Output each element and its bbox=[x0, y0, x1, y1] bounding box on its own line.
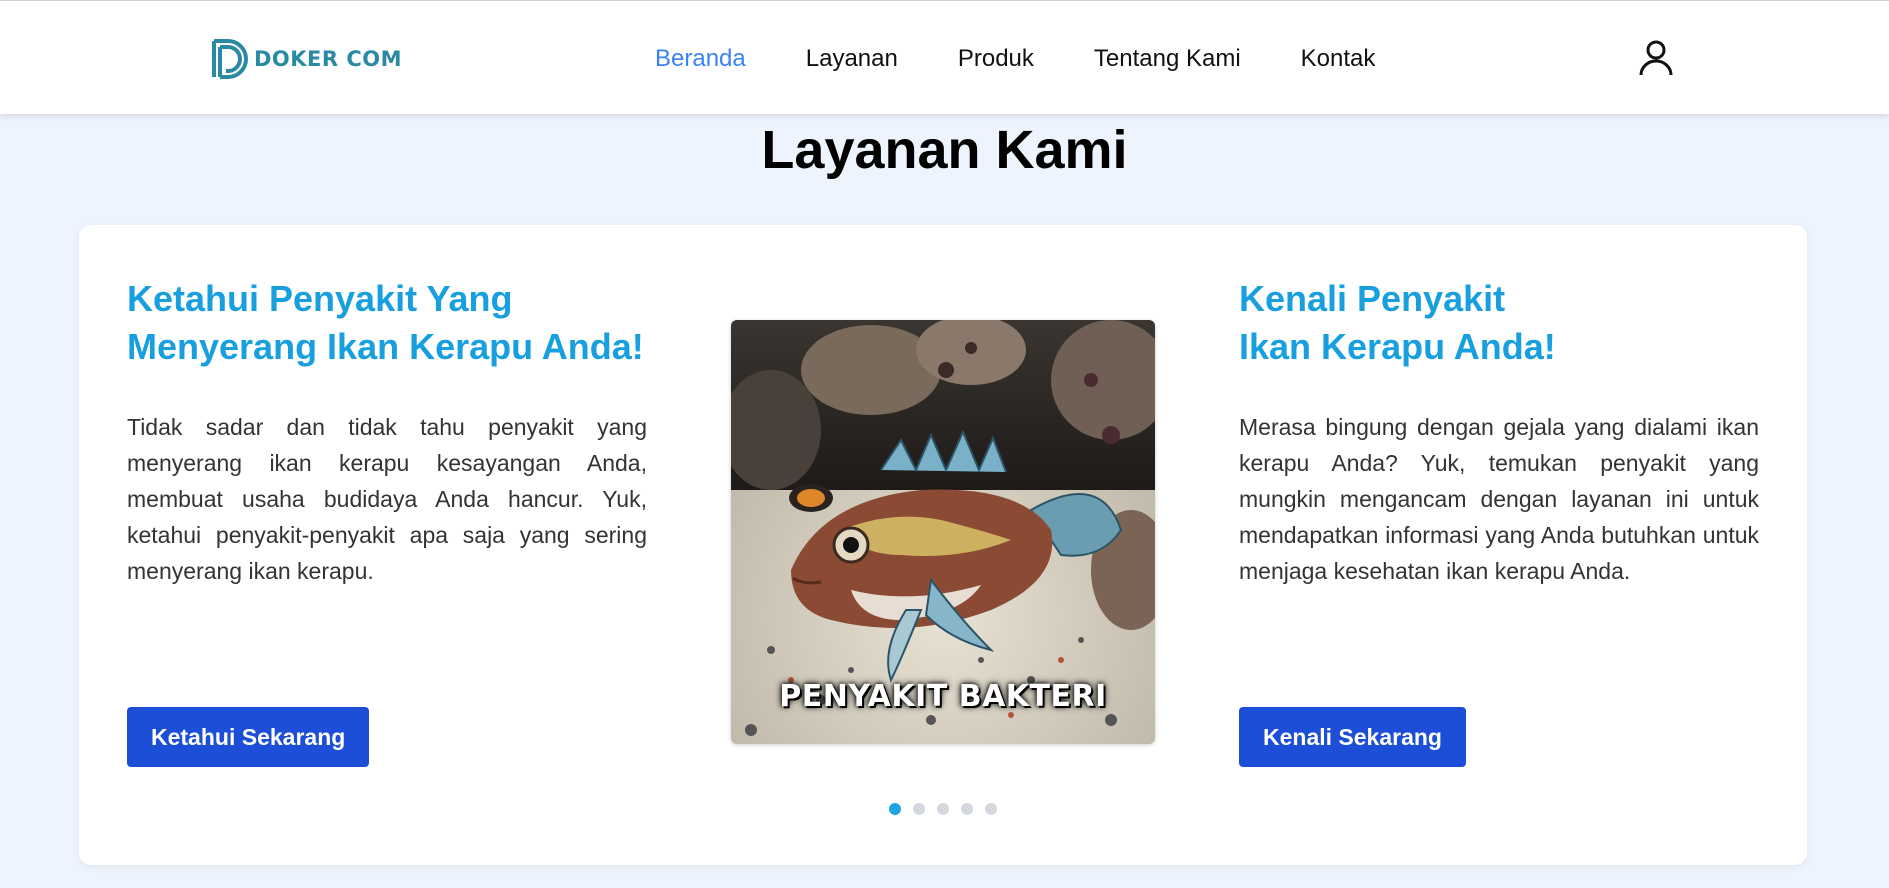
carousel-slide-image[interactable]: PENYAKIT BAKTERI bbox=[731, 320, 1155, 744]
nav-item-kontak[interactable]: Kontak bbox=[1301, 41, 1376, 77]
right-panel-body: Merasa bingung dengan gejala yang dialam… bbox=[1239, 414, 1759, 584]
section-title: Layanan Kami bbox=[761, 120, 1128, 180]
slide-caption: PENYAKIT BAKTERI bbox=[779, 679, 1107, 714]
right-panel: Kenali Penyakit Ikan Kerapu Anda! Merasa… bbox=[1239, 275, 1759, 767]
user-icon[interactable] bbox=[1638, 39, 1674, 77]
right-panel-heading: Kenali Penyakit Ikan Kerapu Anda! bbox=[1239, 278, 1556, 367]
carousel-dot-3[interactable] bbox=[937, 803, 949, 815]
nav-item-tentang-kami[interactable]: Tentang Kami bbox=[1094, 41, 1241, 77]
left-panel-body: Tidak sadar dan tidak tahu penyakit yang… bbox=[127, 414, 647, 584]
carousel-dot-1[interactable] bbox=[889, 803, 901, 815]
nav-item-produk[interactable]: Produk bbox=[958, 41, 1034, 77]
brand-name: DOKER COM bbox=[254, 47, 403, 71]
carousel-pagination bbox=[79, 803, 1807, 815]
main-nav: Beranda Layanan Produk Tentang Kami Kont… bbox=[655, 41, 1375, 77]
service-card: Ketahui Penyakit Yang Menyerang Ikan Ker… bbox=[79, 225, 1807, 865]
carousel-dot-5[interactable] bbox=[985, 803, 997, 815]
brand-logo[interactable]: DOKER COM bbox=[210, 37, 402, 81]
nav-item-beranda[interactable]: Beranda bbox=[655, 41, 746, 77]
left-panel: Ketahui Penyakit Yang Menyerang Ikan Ker… bbox=[127, 275, 647, 767]
nav-item-layanan[interactable]: Layanan bbox=[806, 41, 898, 77]
left-panel-heading: Ketahui Penyakit Yang Menyerang Ikan Ker… bbox=[127, 278, 644, 367]
carousel-dot-4[interactable] bbox=[961, 803, 973, 815]
kenali-sekarang-button[interactable]: Kenali Sekarang bbox=[1239, 707, 1466, 767]
navbar: DOKER COM Beranda Layanan Produk Tentang… bbox=[0, 0, 1889, 114]
carousel-dot-2[interactable] bbox=[913, 803, 925, 815]
doker-logo-icon bbox=[212, 39, 248, 79]
ketahui-sekarang-button[interactable]: Ketahui Sekarang bbox=[127, 707, 370, 767]
